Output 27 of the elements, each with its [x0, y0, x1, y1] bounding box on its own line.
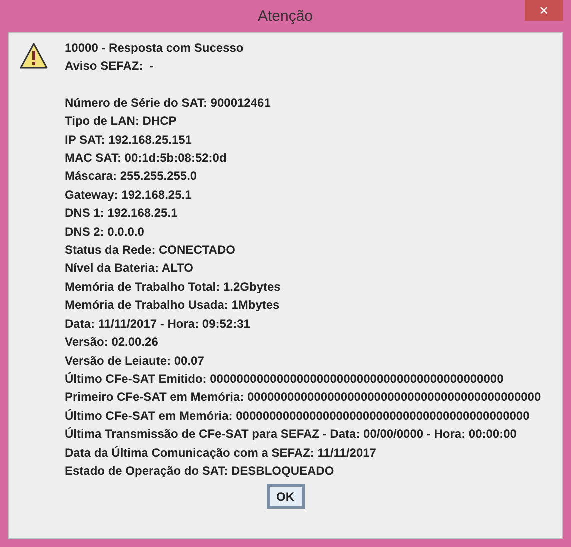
- info-line: Versão: 02.00.26: [65, 334, 160, 352]
- info-line: Nível da Bateria: ALTO: [65, 260, 194, 278]
- info-line: Status da Rede: CONECTADO: [65, 242, 236, 260]
- message-line: 10000 - Resposta com Sucesso: [65, 40, 245, 57]
- info-line: Data da Última Comunicação com a SEFAZ: 11/11/2017: [65, 444, 378, 462]
- close-button[interactable]: ✕: [525, 0, 563, 21]
- info-line: Data: 11/11/2017 - Hora: 09:52:31: [65, 316, 252, 333]
- warning-icon: [19, 42, 49, 70]
- info-line: Último CFe-SAT Emitido: 00000000000000000000000000000000000000000000: [65, 370, 505, 388]
- info-line: Memória de Trabalho Total: 1.2Gbytes: [65, 278, 282, 296]
- info-line: Estado de Operação do SAT: DESBLOQUEADO: [65, 462, 336, 480]
- info-line: Última Transmissão de CFe-SAT para SEFAZ - Data: 00/00/0000 - Hora: 00:00:00: [65, 426, 518, 444]
- info-line: Memória de Trabalho Usada: 1Mbytes: [65, 297, 281, 314]
- ok-button[interactable]: OK: [266, 484, 304, 510]
- info-line: IP SAT: 192.168.25.151: [65, 132, 193, 149]
- info-line: Último CFe-SAT em Memória: 00000000000000000000000000000000000000000000: [65, 408, 531, 425]
- info-line: Primeiro CFe-SAT em Memória: 00000000000000000000000000000000000000000000: [65, 389, 542, 406]
- message-line: Aviso SEFAZ: -: [65, 58, 155, 76]
- info-line: Versão de Leiaute: 00.07: [65, 352, 206, 370]
- info-line: MAC SAT: 00:1d:5b:08:52:0d: [65, 150, 228, 168]
- info-line: Gateway: 192.168.25.1: [65, 186, 193, 204]
- info-line: DNS 2: 0.0.0.0: [65, 224, 146, 241]
- info-line: Máscara: 255.255.255.0: [65, 168, 198, 186]
- window-title: Atenção: [258, 6, 314, 27]
- info-line: Número de Série do SAT: 900012461: [65, 94, 272, 112]
- info-line: Tipo de LAN: DHCP: [65, 113, 178, 130]
- info-line: DNS 1: 192.168.25.1: [65, 205, 179, 222]
